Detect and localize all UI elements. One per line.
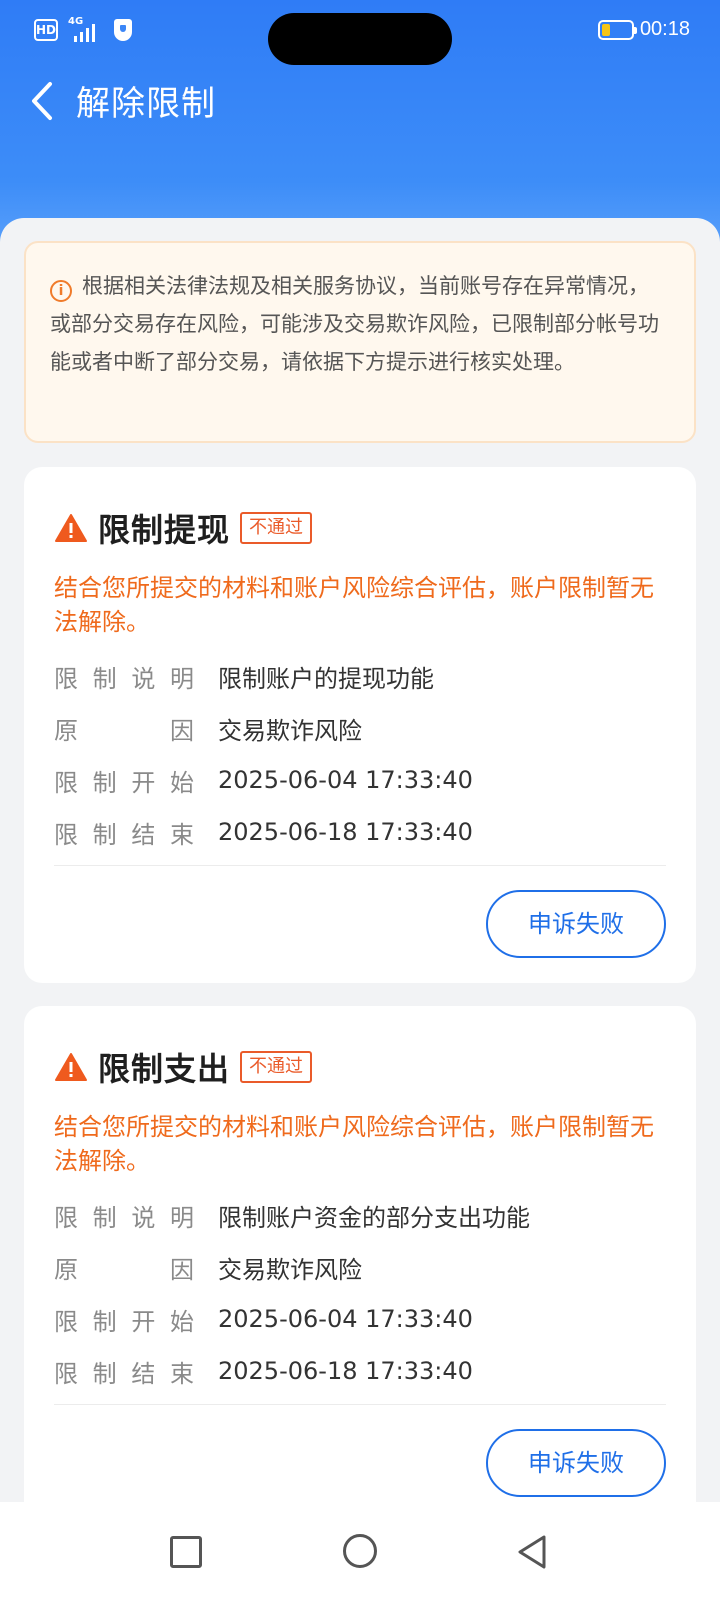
detail-value: 2025-06-18 17:33:40 [218,1357,473,1385]
signal-bars [74,24,95,42]
card-header: 限制提现 不通过 [54,505,313,551]
notice-text: 根据相关法律法规及相关服务协议，当前账号存在异常情况，或部分交易存在风险，可能涉… [50,274,659,374]
warning-icon [55,514,87,542]
card-header: 限制支出 不通过 [54,1044,313,1090]
detail-row-description: 限制说明 限制账户资金的部分支出功能 [54,1189,664,1241]
detail-row-description: 限制说明 限制账户的提现功能 [54,650,664,702]
home-circle-icon[interactable] [343,1534,377,1568]
appeal-status-button[interactable]: 申诉失败 [486,890,666,958]
restriction-card-spending: 限制支出 不通过 结合您所提交的材料和账户风险综合评估，账户限制暂无法解除。 限… [24,1006,696,1546]
detail-value: 交易欺诈风险 [218,716,362,745]
detail-value: 2025-06-04 17:33:40 [218,766,473,794]
detail-key: 限制开始 [54,768,194,797]
hd-icon: HD [34,19,58,41]
battery-icon [597,19,637,40]
detail-value: 限制账户的提现功能 [218,664,434,693]
recent-apps-square-icon[interactable] [170,1536,202,1568]
status-badge: 不通过 [240,512,313,544]
back-arrow-icon[interactable] [28,80,62,122]
status-right: 00:18 [597,18,690,41]
detail-row-end: 限制结束 2025-06-18 17:33:40 [54,1345,664,1397]
detail-key: 限制开始 [54,1307,194,1336]
detail-key: 限制说明 [54,664,194,693]
warning-icon [55,1053,87,1081]
system-nav-bar [0,1502,720,1600]
status-time: 00:18 [639,18,690,40]
detail-row-reason: 原因 交易欺诈风险 [54,1241,664,1293]
status-badge: 不通过 [240,1051,313,1083]
risk-notice: i 根据相关法律法规及相关服务协议，当前账号存在异常情况，或部分交易存在风险，可能… [24,241,696,443]
detail-row-reason: 原因 交易欺诈风险 [54,702,664,754]
detail-value: 2025-06-04 17:33:40 [218,1305,473,1333]
status-bar: HD 4G 00:18 [0,0,720,65]
detail-value: 2025-06-18 17:33:40 [218,818,473,846]
detail-rows: 限制说明 限制账户的提现功能 原因 交易欺诈风险 限制开始 2025-06-04… [54,650,664,858]
detail-rows: 限制说明 限制账户资金的部分支出功能 原因 交易欺诈风险 限制开始 2025-0… [54,1189,664,1397]
detail-value: 交易欺诈风险 [218,1255,362,1284]
camera-notch [268,13,452,65]
detail-row-end: 限制结束 2025-06-18 17:33:40 [54,806,664,858]
info-icon: i [50,280,72,302]
card-title: 限制支出 [98,1050,231,1088]
appeal-status-button[interactable]: 申诉失败 [486,1429,666,1497]
card-title: 限制提现 [98,511,231,549]
page-title: 解除限制 [76,84,216,124]
divider [54,1404,666,1405]
detail-key: 原因 [54,1255,194,1284]
detail-row-start: 限制开始 2025-06-04 17:33:40 [54,1293,664,1345]
signal-icon: 4G [68,16,104,44]
detail-value: 限制账户资金的部分支出功能 [218,1203,530,1232]
card-message: 结合您所提交的材料和账户风险综合评估，账户限制暂无法解除。 [54,574,654,636]
card-message: 结合您所提交的材料和账户风险综合评估，账户限制暂无法解除。 [54,1113,654,1175]
detail-key: 限制结束 [54,1359,194,1388]
status-left: HD 4G [34,16,132,44]
shield-icon [114,19,132,41]
detail-key: 原因 [54,716,194,745]
detail-row-start: 限制开始 2025-06-04 17:33:40 [54,754,664,806]
detail-key: 限制结束 [54,820,194,849]
divider [54,865,666,866]
back-triangle-icon[interactable] [514,1534,550,1570]
restriction-card-withdraw: 限制提现 不通过 结合您所提交的材料和账户风险综合评估，账户限制暂无法解除。 限… [24,467,696,983]
detail-key: 限制说明 [54,1203,194,1232]
